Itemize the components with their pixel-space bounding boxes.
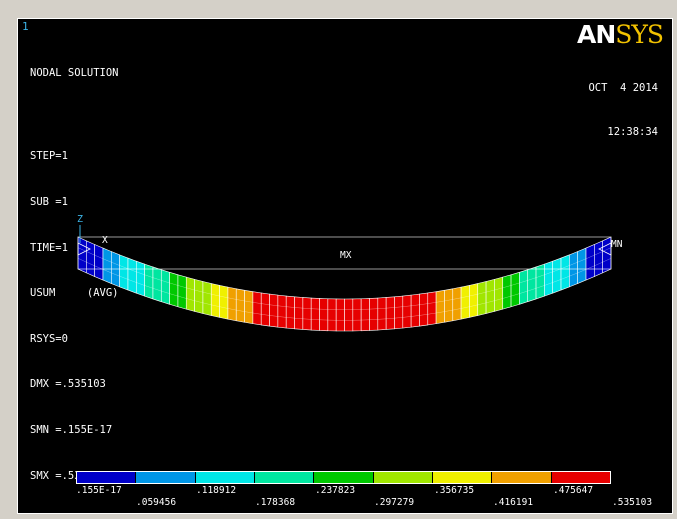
beam-element (160, 269, 170, 305)
legend-color-7 (492, 472, 552, 483)
min-marker-label: MN (611, 239, 623, 250)
beam-element (227, 286, 237, 322)
beam-element (510, 271, 520, 308)
beam-element (335, 298, 345, 332)
beam-element (285, 295, 295, 330)
beam-element (235, 288, 245, 323)
legend-label-7: .416191 (493, 497, 534, 508)
beam-element (169, 271, 179, 308)
legend-label-4: .237823 (315, 485, 356, 496)
beam-element (369, 297, 379, 331)
beam-element (185, 276, 195, 312)
beam-element (435, 289, 445, 325)
beam-element (210, 283, 220, 318)
beam-element (77, 236, 87, 274)
beam-element (494, 276, 504, 312)
beam-element (94, 244, 104, 281)
beam-element (127, 257, 137, 294)
beam-element (135, 260, 145, 297)
beam-element (352, 298, 362, 332)
legend-label-0: .155E-17 (76, 485, 122, 496)
legend-label-3: .178368 (255, 497, 296, 508)
beam-element (535, 263, 545, 300)
beam-element (544, 260, 554, 297)
beam-element (560, 254, 570, 291)
beam-element (194, 278, 204, 314)
legend-color-4 (314, 472, 374, 483)
beam-element (477, 281, 487, 316)
beam-element (377, 297, 387, 331)
legend-color-6 (432, 472, 493, 483)
beam-element (152, 266, 162, 303)
beam-element (585, 244, 595, 281)
beam-element (360, 298, 370, 332)
legend-color-2 (195, 472, 255, 483)
beam-element (469, 283, 479, 318)
legend-color-1 (136, 472, 196, 483)
beam-element (577, 247, 587, 284)
beam-element (177, 274, 187, 310)
legend-label-8: .475647 (553, 485, 594, 496)
beam-element (444, 288, 454, 323)
beam-element (552, 257, 562, 294)
beam-element (394, 295, 404, 330)
beam-element (460, 285, 470, 320)
beam-element (344, 298, 354, 332)
beam-element (86, 240, 95, 277)
beam-element (602, 236, 612, 274)
legend-label-5: .297279 (374, 497, 415, 508)
legend-label-6: .356735 (434, 485, 475, 496)
beam-element (144, 263, 154, 300)
beam-element (452, 286, 462, 322)
beam-element (519, 269, 529, 305)
beam-element (202, 281, 212, 316)
beam-element (502, 274, 512, 310)
graphics-viewport[interactable]: 1 NODAL SOLUTION STEP=1 SUB =1 TIME=1 US… (17, 18, 673, 514)
legend-color-5 (373, 472, 433, 483)
z-axis-label: Z (77, 214, 84, 225)
x-axis-label: X (102, 235, 108, 246)
legend-label-1: .059456 (136, 497, 177, 508)
beam-element (277, 294, 287, 329)
legend-label-9: .535103 (612, 497, 653, 508)
ansys-graphics-window: 1 NODAL SOLUTION STEP=1 SUB =1 TIME=1 US… (0, 0, 677, 519)
contour-legend-labels: .155E-17 .059456 .118912 .178368 .237823… (18, 485, 674, 515)
legend-color-3 (254, 472, 315, 483)
beam-element (402, 294, 412, 329)
beam-element (410, 293, 420, 328)
beam-element (252, 291, 262, 326)
legend-color-8 (551, 472, 610, 483)
beam-element (260, 292, 270, 327)
beam-element (219, 285, 229, 320)
legend-color-0 (77, 472, 137, 483)
contour-legend-bar (76, 471, 611, 484)
deformed-beam-contour (77, 225, 612, 332)
beam-element (385, 296, 395, 330)
beam-element (269, 293, 279, 328)
beam-element (319, 298, 329, 332)
beam-element (310, 297, 320, 331)
beam-element (119, 254, 129, 291)
legend-label-2: .118912 (196, 485, 237, 496)
beam-element (427, 291, 437, 326)
beam-element (527, 266, 537, 303)
beam-element (102, 247, 112, 284)
beam-element (594, 240, 603, 277)
beam-element (327, 298, 337, 332)
beam-element (485, 278, 495, 314)
beam-element (419, 292, 429, 327)
beam-element (294, 296, 304, 330)
beam-element (302, 297, 312, 331)
beam-element (244, 289, 254, 325)
max-marker-label: MX (340, 250, 352, 261)
